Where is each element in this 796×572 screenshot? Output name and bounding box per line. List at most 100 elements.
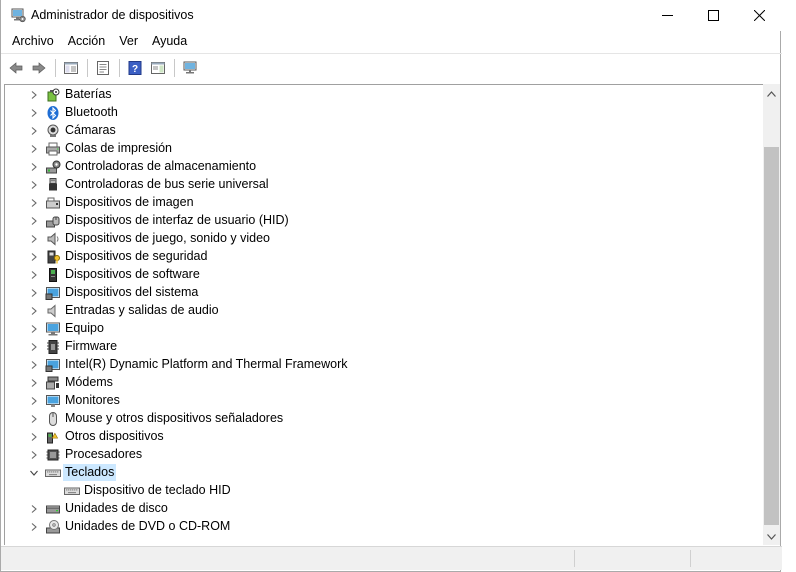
system-device-icon bbox=[45, 357, 61, 373]
chevron-right-icon[interactable] bbox=[29, 432, 39, 442]
tree-category-item[interactable]: Controladoras de almacenamiento bbox=[5, 158, 745, 176]
tree-category-item[interactable]: Cámaras bbox=[5, 122, 745, 140]
tree-item-label: Dispositivo de teclado HID bbox=[84, 483, 231, 497]
show-hide-console-tree-button[interactable] bbox=[60, 57, 82, 79]
chevron-right-icon[interactable] bbox=[29, 198, 39, 208]
back-button[interactable] bbox=[5, 57, 27, 79]
tree-category-item[interactable]: Dispositivos de seguridad bbox=[5, 248, 745, 266]
toolbar-separator bbox=[87, 58, 88, 77]
menu-ayuda[interactable]: Ayuda bbox=[145, 31, 194, 52]
tree-item-label: Procesadores bbox=[65, 447, 143, 461]
chevron-right-icon[interactable] bbox=[29, 360, 39, 370]
tree-item-label: Bluetooth bbox=[65, 105, 118, 119]
tree-category-item[interactable]: Dispositivos de interfaz de usuario (HID… bbox=[5, 212, 745, 230]
menu-archivo[interactable]: Archivo bbox=[1, 31, 61, 52]
forward-button[interactable] bbox=[28, 57, 50, 79]
properties-button[interactable] bbox=[92, 57, 114, 79]
monitor-icon bbox=[45, 393, 61, 409]
toolbar-separator bbox=[55, 58, 56, 77]
tree-category-item[interactable]: Teclados bbox=[5, 464, 745, 482]
tree-item-label: Unidades de disco bbox=[65, 501, 168, 515]
help-button[interactable]: ? bbox=[124, 57, 146, 79]
show-hide-console-tree-icon bbox=[64, 61, 78, 74]
audio-io-icon bbox=[45, 303, 61, 319]
chevron-right-icon[interactable] bbox=[29, 180, 39, 190]
maximize-button[interactable] bbox=[690, 0, 736, 31]
tree-child-item[interactable]: Dispositivo de teclado HID bbox=[5, 482, 745, 500]
chevron-right-icon[interactable] bbox=[29, 522, 39, 532]
scroll-up-button[interactable] bbox=[763, 85, 780, 102]
tree-category-item[interactable]: Dispositivos de software bbox=[5, 266, 745, 284]
tree-category-item[interactable]: Dispositivos de juego, sonido y video bbox=[5, 230, 745, 248]
tree-category-item[interactable]: Monitores bbox=[5, 392, 745, 410]
chevron-right-icon[interactable] bbox=[29, 324, 39, 334]
minimize-button[interactable] bbox=[644, 0, 690, 31]
tree-category-item[interactable]: Baterías bbox=[5, 86, 745, 104]
title-bar[interactable]: Administrador de dispositivos bbox=[1, 0, 782, 31]
tree-category-item[interactable]: Controladoras de bus serie universal bbox=[5, 176, 745, 194]
chevron-right-icon[interactable] bbox=[29, 126, 39, 136]
action-pane-button[interactable] bbox=[147, 57, 169, 79]
chevron-right-icon[interactable] bbox=[29, 342, 39, 352]
speaker-icon bbox=[45, 231, 61, 247]
properties-icon bbox=[97, 60, 109, 75]
dvd-drive-icon bbox=[45, 519, 61, 535]
tree-category-item[interactable]: Intel(R) Dynamic Platform and Thermal Fr… bbox=[5, 356, 745, 374]
chevron-right-icon[interactable] bbox=[29, 144, 39, 154]
svg-text:?: ? bbox=[132, 64, 138, 75]
tree-category-item[interactable]: Dispositivos del sistema bbox=[5, 284, 745, 302]
printer-icon bbox=[45, 141, 61, 157]
menu-accion[interactable]: Acción bbox=[61, 31, 113, 52]
tree-category-item[interactable]: Colas de impresión bbox=[5, 140, 745, 158]
software-device-icon bbox=[45, 267, 61, 283]
chevron-down-icon bbox=[767, 533, 776, 540]
tree-item-label: Dispositivos de imagen bbox=[65, 195, 194, 209]
chevron-right-icon[interactable] bbox=[29, 108, 39, 118]
chevron-right-icon[interactable] bbox=[29, 162, 39, 172]
usb-icon bbox=[45, 177, 61, 193]
chevron-right-icon[interactable] bbox=[29, 234, 39, 244]
tree-category-item[interactable]: Equipo bbox=[5, 320, 745, 338]
tree-category-item[interactable]: Dispositivos de imagen bbox=[5, 194, 745, 212]
chevron-right-icon[interactable] bbox=[29, 306, 39, 316]
bluetooth-icon bbox=[45, 105, 61, 121]
chevron-right-icon[interactable] bbox=[29, 378, 39, 388]
minimize-icon bbox=[661, 15, 673, 16]
chevron-right-icon[interactable] bbox=[29, 216, 39, 226]
vertical-scrollbar[interactable] bbox=[763, 84, 780, 545]
tree-category-item[interactable]: Entradas y salidas de audio bbox=[5, 302, 745, 320]
scan-hardware-button[interactable] bbox=[179, 57, 201, 79]
scroll-down-button[interactable] bbox=[763, 528, 780, 545]
maximize-icon bbox=[707, 10, 719, 21]
tree-category-item[interactable]: Firmware bbox=[5, 338, 745, 356]
menu-bar: Archivo Acción Ver Ayuda bbox=[1, 31, 782, 52]
tree-item-label: Cámaras bbox=[65, 123, 116, 137]
tree-item-label: Controladoras de bus serie universal bbox=[65, 177, 269, 191]
chevron-right-icon[interactable] bbox=[29, 252, 39, 262]
chevron-right-icon[interactable] bbox=[29, 288, 39, 298]
device-manager-window: Administrador de dispositivos Archivo Ac… bbox=[0, 0, 782, 572]
chevron-right-icon[interactable] bbox=[29, 270, 39, 280]
toolbar-separator bbox=[174, 58, 175, 77]
menu-ver[interactable]: Ver bbox=[112, 31, 145, 52]
tree-category-item[interactable]: Módems bbox=[5, 374, 745, 392]
tree-category-item[interactable]: Procesadores bbox=[5, 446, 745, 464]
tree-item-label: Otros dispositivos bbox=[65, 429, 164, 443]
scroll-thumb[interactable] bbox=[764, 147, 779, 525]
tree-category-item[interactable]: Unidades de disco bbox=[5, 500, 745, 518]
chevron-right-icon[interactable] bbox=[29, 414, 39, 424]
tree-category-item[interactable]: Bluetooth bbox=[5, 104, 745, 122]
modem-icon bbox=[45, 375, 61, 391]
tree-category-item[interactable]: Unidades de DVD o CD-ROM bbox=[5, 518, 745, 536]
toolbar-separator bbox=[119, 58, 120, 77]
device-tree[interactable]: Baterías Bluetooth Cámaras Colas de impresi… bbox=[4, 84, 763, 545]
chevron-right-icon[interactable] bbox=[29, 396, 39, 406]
chevron-right-icon[interactable] bbox=[29, 90, 39, 100]
camera-icon bbox=[45, 123, 61, 139]
chevron-right-icon[interactable] bbox=[29, 450, 39, 460]
chevron-right-icon[interactable] bbox=[29, 504, 39, 514]
tree-category-item[interactable]: Otros dispositivos bbox=[5, 428, 745, 446]
chevron-down-icon[interactable] bbox=[29, 468, 39, 478]
tree-category-item[interactable]: Mouse y otros dispositivos señaladores bbox=[5, 410, 745, 428]
close-button[interactable] bbox=[736, 0, 782, 31]
